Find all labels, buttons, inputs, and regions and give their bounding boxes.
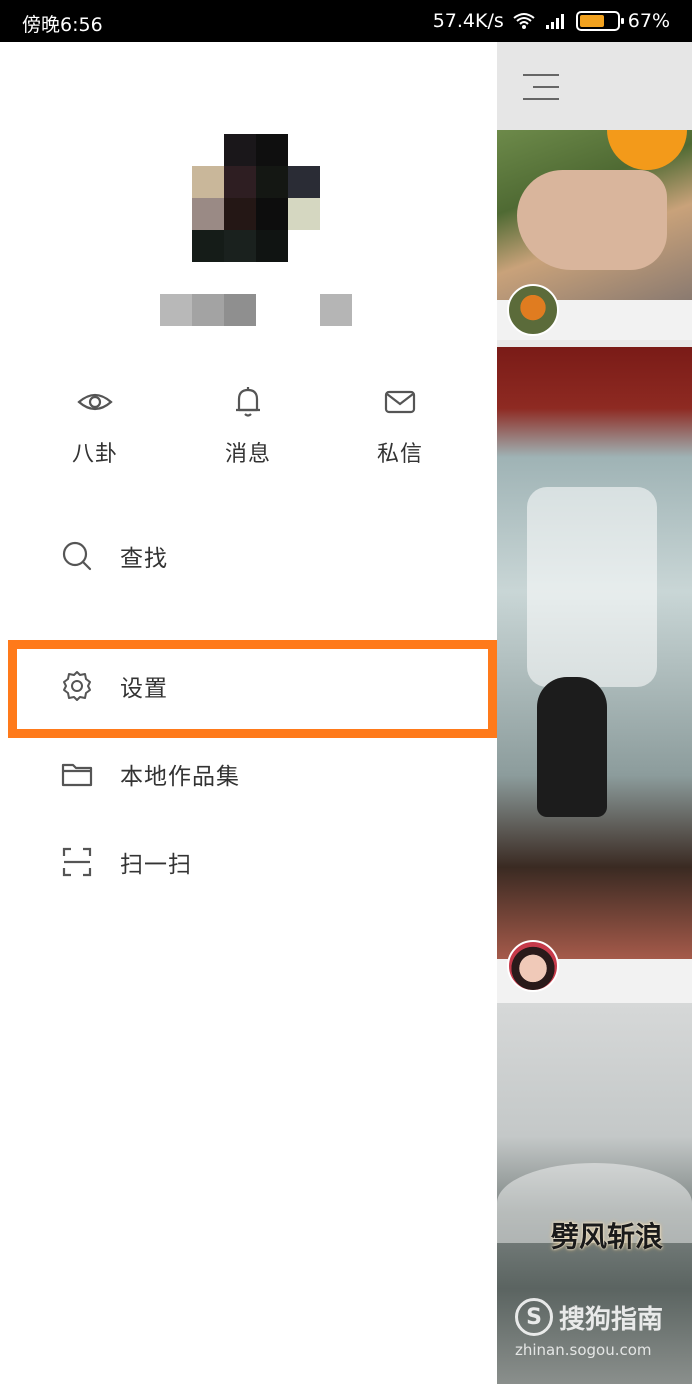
username-pixelated (160, 294, 352, 326)
eye-icon (77, 393, 113, 411)
menu-item-label: 查找 (120, 546, 168, 572)
menu-item-label: 扫一扫 (120, 852, 192, 878)
feed-header (497, 42, 692, 130)
feed-card-3[interactable]: 劈风斩浪 S 搜狗指南 zhinan.sogou.com (497, 1003, 692, 1384)
battery-percent: 67% (627, 10, 670, 32)
author-avatar[interactable] (507, 940, 559, 992)
battery-icon (575, 11, 624, 31)
feed-card-1[interactable] (497, 130, 692, 300)
hamburger-menu-icon[interactable] (523, 72, 559, 102)
battery-fill (579, 15, 604, 27)
bell-icon (236, 387, 260, 417)
settings-highlight-box (8, 640, 497, 738)
quick-action-gossip[interactable]: 八卦 (35, 382, 155, 468)
folder-icon (61, 763, 93, 787)
quick-action-messages[interactable]: 消息 (188, 382, 308, 468)
menu-item-scan[interactable]: 扫一扫 (0, 818, 497, 906)
status-right: 57.4K/s 67% (433, 10, 670, 32)
status-bar: 傍晚6:56 57.4K/s 67% (0, 0, 692, 42)
card-image-hand (517, 170, 667, 270)
mail-icon (384, 390, 416, 414)
menu-item-label: 本地作品集 (120, 764, 240, 790)
sogou-logo-icon: S (515, 1298, 553, 1336)
quick-action-label: 消息 (224, 442, 271, 467)
feed-panel: 劈风斩浪 S 搜狗指南 zhinan.sogou.com (497, 42, 692, 1384)
watermark-brand: 搜狗指南 (559, 1304, 664, 1335)
scan-icon (62, 847, 92, 877)
watermark-url: zhinan.sogou.com (515, 1341, 652, 1359)
wifi-icon (513, 13, 535, 29)
card-image-window (527, 487, 657, 687)
card-image-orange (607, 130, 687, 170)
menu-item-local-works[interactable]: 本地作品集 (0, 730, 497, 818)
card-image-diver (537, 677, 607, 817)
quick-action-label: 私信 (376, 442, 423, 467)
menu-item-search[interactable]: 查找 (0, 512, 497, 600)
quick-action-private-mail[interactable]: 私信 (340, 382, 460, 468)
card-caption: 劈风斩浪 (551, 1220, 664, 1253)
quick-actions: 八卦 消息 私信 (0, 382, 497, 482)
signal-icon (545, 14, 564, 29)
quick-action-label: 八卦 (71, 442, 118, 467)
sogou-watermark: S 搜狗指南 (515, 1298, 663, 1336)
avatar[interactable] (192, 134, 320, 262)
network-speed: 57.4K/s (432, 10, 504, 32)
search-icon (62, 541, 92, 571)
author-avatar[interactable] (507, 284, 559, 336)
status-time: 傍晚6:56 (22, 14, 103, 36)
feed-card-2[interactable] (497, 347, 692, 959)
